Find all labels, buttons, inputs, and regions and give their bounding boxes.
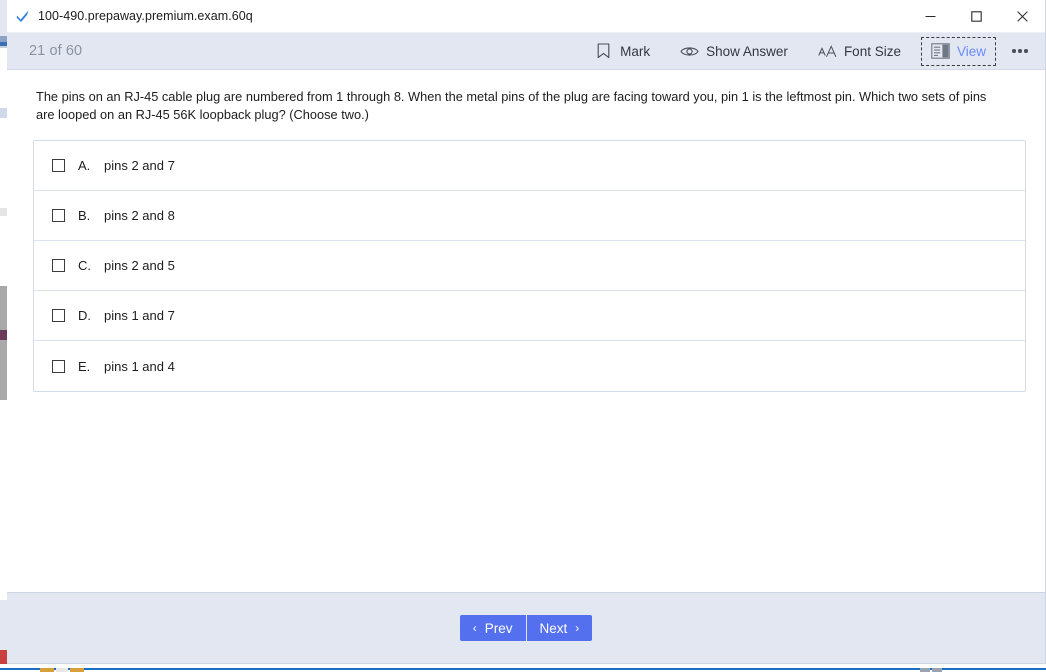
- taskbar-accent-line: [0, 668, 1046, 670]
- minimize-button[interactable]: [907, 0, 953, 32]
- option-row-b[interactable]: B. pins 2 and 8: [34, 191, 1025, 241]
- option-checkbox-a[interactable]: [52, 159, 65, 172]
- option-row-a[interactable]: A. pins 2 and 7: [34, 141, 1025, 191]
- exam-window: 100-490.prepaway.premium.exam.60q 21 of …: [7, 0, 1046, 664]
- footer-bar: ‹ Prev Next ›: [7, 592, 1045, 663]
- show-answer-button[interactable]: Show Answer: [670, 37, 798, 66]
- title-bar: 100-490.prepaway.premium.exam.60q: [7, 0, 1045, 33]
- next-button[interactable]: Next ›: [526, 615, 593, 641]
- option-letter-c: C.: [78, 258, 91, 273]
- mark-label: Mark: [620, 43, 651, 59]
- view-label: View: [956, 43, 986, 59]
- toolbar-actions: Mark Show Answer Font Size View: [579, 33, 1039, 69]
- prev-label: Prev: [484, 620, 513, 636]
- option-letter-a: A.: [78, 158, 91, 173]
- answer-options-list: A. pins 2 and 7 B. pins 2 and 8 C. pins …: [33, 140, 1026, 392]
- taskbar-chip-4: [920, 668, 930, 672]
- dot-3: [1024, 49, 1028, 53]
- blue-checkmark-icon: [14, 7, 32, 25]
- bookmark-icon: [594, 42, 613, 61]
- taskbar-chip-3: [70, 668, 84, 672]
- chevron-right-icon: ›: [575, 621, 580, 635]
- option-row-c[interactable]: C. pins 2 and 5: [34, 241, 1025, 291]
- option-row-d[interactable]: D. pins 1 and 7: [34, 291, 1025, 341]
- option-text-b: pins 2 and 8: [104, 208, 175, 223]
- eye-icon: [680, 42, 699, 61]
- font-size-label: Font Size: [843, 43, 901, 59]
- font-size-button[interactable]: Font Size: [808, 37, 911, 66]
- question-text: The pins on an RJ-45 cable plug are numb…: [36, 89, 987, 122]
- view-button[interactable]: View: [920, 36, 996, 66]
- more-options-button[interactable]: [1003, 36, 1037, 66]
- navigation-buttons: ‹ Prev Next ›: [459, 615, 593, 641]
- option-text-a: pins 2 and 7: [104, 158, 175, 173]
- toolbar: 21 of 60 Mark Show Answer Font Size View: [7, 33, 1045, 70]
- taskbar-sliver: [0, 664, 1046, 672]
- taskbar-chip-1: [40, 668, 54, 672]
- view-layout-icon: [931, 42, 950, 61]
- dot-1: [1012, 49, 1016, 53]
- taskbar-chip-5: [932, 668, 942, 672]
- option-row-e[interactable]: E. pins 1 and 4: [34, 341, 1025, 391]
- option-checkbox-d[interactable]: [52, 309, 65, 322]
- taskbar-chip-2: [56, 668, 68, 672]
- mark-button[interactable]: Mark: [584, 37, 660, 66]
- option-text-c: pins 2 and 5: [104, 258, 175, 273]
- next-label: Next: [539, 620, 568, 636]
- window-controls: [907, 0, 1045, 32]
- question-counter: 21 of 60: [29, 43, 83, 59]
- option-letter-b: B.: [78, 208, 91, 223]
- chevron-left-icon: ‹: [472, 621, 477, 635]
- option-checkbox-e[interactable]: [52, 359, 65, 373]
- close-button[interactable]: [999, 0, 1045, 32]
- maximize-button[interactable]: [953, 0, 999, 32]
- prev-button[interactable]: ‹ Prev: [459, 615, 527, 641]
- option-text-d: pins 1 and 7: [104, 308, 175, 323]
- option-letter-e: E.: [78, 358, 91, 374]
- background-window-sliver: [0, 0, 7, 672]
- font-size-icon: [818, 42, 837, 61]
- show-answer-label: Show Answer: [706, 43, 788, 59]
- vertical-scrollbar[interactable]: [1037, 70, 1045, 592]
- option-checkbox-b[interactable]: [52, 209, 65, 222]
- question-content: The pins on an RJ-45 cable plug are numb…: [7, 70, 1045, 592]
- option-letter-d: D.: [78, 308, 91, 323]
- option-text-e: pins 1 and 4: [104, 358, 175, 374]
- dot-2: [1018, 49, 1022, 53]
- window-title: 100-490.prepaway.premium.exam.60q: [38, 9, 253, 23]
- option-checkbox-c[interactable]: [52, 259, 65, 272]
